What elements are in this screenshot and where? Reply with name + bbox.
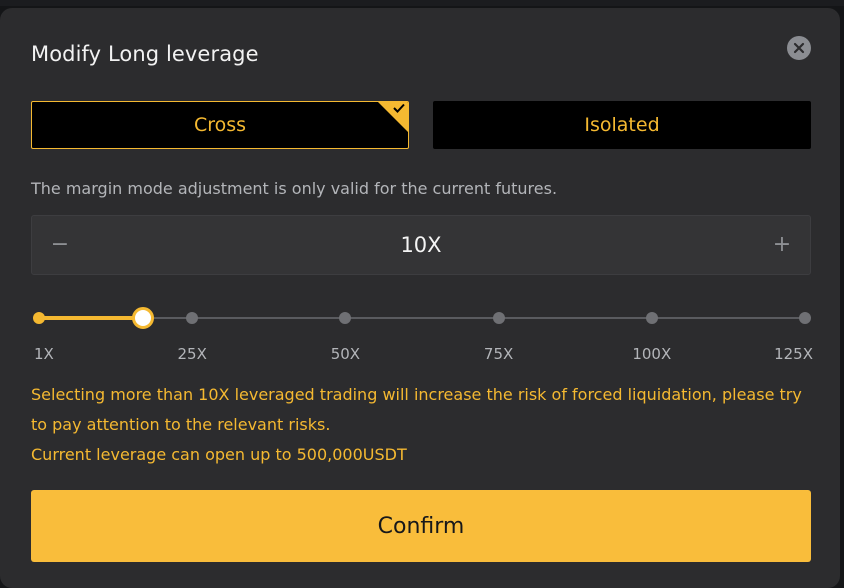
slider-tick-label: 50X	[330, 345, 361, 363]
cross-margin-button[interactable]: Cross	[31, 101, 409, 149]
close-button[interactable]	[787, 36, 811, 60]
slider-tick-dot[interactable]	[339, 312, 352, 324]
max-position-text: Current leverage can open up to 500,000U…	[31, 445, 407, 464]
increase-leverage-button[interactable]: +	[772, 232, 792, 258]
close-icon	[793, 42, 805, 54]
slider-tick-label: 75X	[483, 345, 514, 363]
slider-tick-label: 25X	[177, 345, 207, 363]
slider-thumb[interactable]	[132, 307, 154, 329]
slider-tick-dot[interactable]	[186, 312, 199, 324]
risk-warning: Selecting more than 10X leveraged tradin…	[31, 380, 821, 470]
slider-tick-label: 1X	[34, 345, 54, 363]
slider-tick-label: 100X	[632, 345, 672, 363]
background-header-strip	[0, 0, 844, 6]
slider-tick-dot[interactable]	[799, 312, 811, 324]
isolated-margin-button[interactable]: Isolated	[433, 101, 811, 149]
margin-mode-note: The margin mode adjustment is only valid…	[31, 179, 558, 198]
dialog-title: Modify Long leverage	[31, 42, 259, 66]
leverage-slider[interactable]	[33, 307, 811, 329]
liquidation-warning-text: Selecting more than 10X leveraged tradin…	[31, 385, 802, 434]
leverage-stepper[interactable]: − 10X +	[31, 215, 811, 275]
slider-tick-label: 125X	[774, 345, 813, 363]
slider-tick-dot[interactable]	[645, 312, 658, 324]
slider-tick-dot[interactable]	[33, 312, 45, 324]
slider-fill	[39, 316, 143, 320]
slider-tick-dot[interactable]	[492, 312, 505, 324]
isolated-margin-label: Isolated	[584, 114, 660, 136]
cross-margin-label: Cross	[193, 114, 247, 136]
modify-leverage-dialog: Modify Long leverage Cross Isolated The …	[0, 8, 840, 588]
leverage-value[interactable]: 10X	[32, 233, 810, 257]
check-icon	[393, 103, 405, 113]
confirm-button[interactable]: Confirm	[31, 490, 811, 562]
